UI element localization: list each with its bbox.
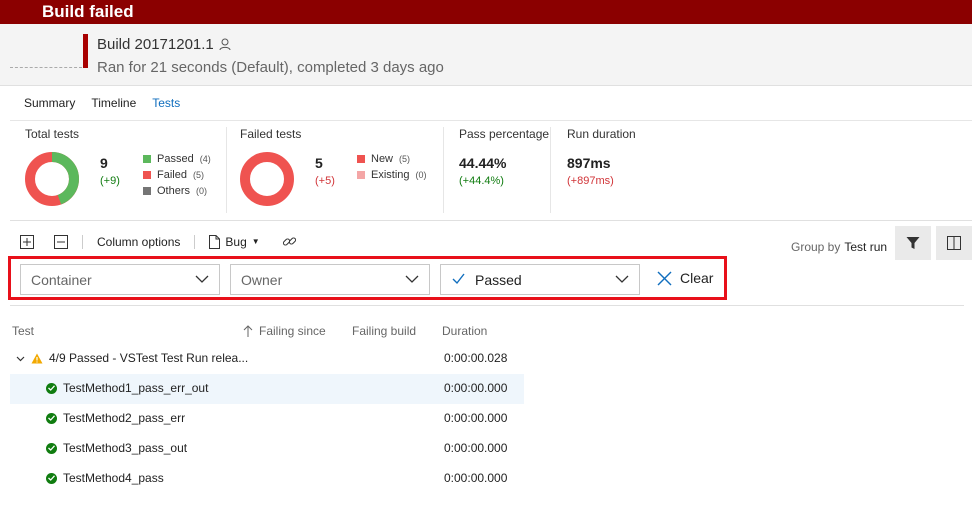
test-duration: 0:00:00.000	[444, 411, 508, 425]
table-row[interactable]: TestMethod4_pass 0:00:00.000	[10, 464, 524, 494]
collapse-all-button[interactable]	[54, 234, 68, 249]
passed-swatch	[143, 155, 151, 163]
test-run-group-row[interactable]: 4/9 Passed - VSTest Test Run relea... 0:…	[10, 344, 524, 374]
group-row-label: 4/9 Passed - VSTest Test Run relea...	[49, 351, 249, 365]
passed-icon	[46, 412, 57, 424]
failed-swatch	[143, 171, 151, 179]
link-button[interactable]	[282, 234, 297, 249]
test-name: TestMethod3_pass_out	[63, 441, 188, 455]
link-icon	[282, 237, 296, 246]
build-status-title: Build failed	[42, 2, 134, 21]
results-toolbar: Column options Bug ▼	[20, 234, 297, 249]
failed-tests-donut	[240, 152, 294, 206]
run-duration-delta: (+897ms)	[567, 175, 614, 187]
group-by-selector[interactable]: Group by Test run	[791, 240, 887, 254]
toolbar-separator	[194, 234, 196, 249]
expand-all-button[interactable]	[20, 234, 34, 249]
checkmark-icon	[452, 273, 465, 285]
test-duration: 0:00:00.000	[444, 381, 508, 395]
container-filter[interactable]: Container	[20, 264, 220, 295]
bug-button[interactable]: Bug ▼	[209, 234, 260, 249]
group-by-value: Test run	[844, 240, 888, 254]
total-tests-value: 9	[100, 155, 108, 171]
legend-new: New (5)	[357, 151, 427, 167]
person-icon	[219, 38, 231, 51]
divider	[226, 127, 227, 213]
build-header: Build 20171201.1 Ran for 21 seconds (Def…	[0, 24, 972, 86]
timeline-connector	[10, 67, 82, 68]
run-duration-value: 897ms	[567, 155, 611, 171]
total-tests-donut	[25, 152, 79, 206]
chevron-down-icon	[615, 275, 629, 283]
total-tests-legend: Passed (4) Failed (5) Others (0)	[143, 151, 211, 199]
test-duration: 0:00:00.000	[444, 441, 508, 455]
tab-timeline[interactable]: Timeline	[91, 96, 136, 110]
close-icon	[657, 271, 672, 285]
table-row[interactable]: TestMethod1_pass_err_out 0:00:00.000	[10, 374, 524, 404]
outcome-filter[interactable]: Passed	[440, 264, 640, 295]
divider	[10, 220, 972, 221]
table-row[interactable]: TestMethod3_pass_out 0:00:00.000	[10, 434, 524, 464]
existing-swatch	[357, 171, 365, 179]
legend-existing: Existing (0)	[357, 167, 427, 183]
failed-tests-label: Failed tests	[240, 127, 302, 141]
column-header-failing-build[interactable]: Failing build	[352, 324, 416, 338]
build-summary-text: Ran for 21 seconds (Default), completed …	[97, 59, 444, 76]
column-header-test[interactable]: Test	[12, 324, 34, 338]
chevron-down-icon[interactable]	[16, 354, 25, 363]
collapse-all-icon	[54, 234, 68, 249]
passed-icon	[46, 472, 57, 484]
group-row-duration: 0:00:00.028	[444, 351, 508, 365]
legend-passed: Passed (4)	[143, 151, 211, 167]
chevron-down-icon	[195, 275, 209, 283]
build-status-banner: Build failed	[0, 0, 972, 24]
run-duration-label: Run duration	[567, 127, 636, 141]
new-swatch	[357, 155, 365, 163]
chevron-down-icon: ▼	[251, 237, 260, 246]
details-pane-button[interactable]	[936, 226, 972, 260]
passed-icon	[46, 382, 57, 394]
test-duration: 0:00:00.000	[444, 471, 508, 485]
filter-icon	[906, 237, 920, 249]
pass-percentage-value: 44.44%	[459, 155, 507, 171]
warning-icon	[31, 353, 43, 363]
others-swatch	[143, 187, 151, 195]
total-tests-label: Total tests	[25, 127, 80, 141]
total-tests-delta: (+9)	[100, 175, 120, 187]
passed-icon	[46, 442, 57, 454]
legend-failed: Failed (5)	[143, 167, 211, 183]
pass-percentage-label: Pass percentage	[459, 127, 550, 141]
failed-status-indicator	[83, 34, 88, 68]
table-row[interactable]: TestMethod2_pass_err 0:00:00.000	[10, 404, 524, 434]
divider	[10, 120, 972, 121]
divider	[443, 127, 444, 213]
column-header-duration[interactable]: Duration	[442, 324, 487, 338]
test-name: TestMethod2_pass_err	[63, 411, 186, 425]
toolbar-separator	[82, 234, 83, 249]
divider	[10, 305, 964, 306]
failed-tests-legend: New (5) Existing (0)	[357, 151, 427, 183]
tab-tests[interactable]: Tests	[152, 96, 180, 110]
clear-filters-button[interactable]: Clear	[657, 270, 713, 286]
divider	[550, 127, 551, 213]
column-options-button[interactable]: Column options	[97, 235, 180, 249]
tab-summary[interactable]: Summary	[24, 96, 75, 110]
owner-filter[interactable]: Owner	[230, 264, 430, 295]
expand-all-icon	[20, 234, 34, 249]
sort-ascending-icon	[243, 325, 253, 337]
split-pane-icon	[947, 236, 961, 250]
failed-tests-value: 5	[315, 155, 323, 171]
tab-bar: Summary Timeline Tests	[24, 96, 196, 110]
legend-others: Others (0)	[143, 183, 211, 199]
failed-tests-delta: (+5)	[315, 175, 335, 187]
pass-percentage-delta: (+44.4%)	[459, 175, 504, 187]
filter-button[interactable]	[895, 226, 931, 260]
column-header-failing-since[interactable]: Failing since	[243, 324, 326, 338]
build-name[interactable]: Build 20171201.1	[97, 36, 231, 53]
chevron-down-icon	[405, 275, 419, 283]
document-icon	[209, 234, 221, 249]
test-name: TestMethod1_pass_err_out	[63, 381, 209, 395]
test-name: TestMethod4_pass	[63, 471, 164, 485]
